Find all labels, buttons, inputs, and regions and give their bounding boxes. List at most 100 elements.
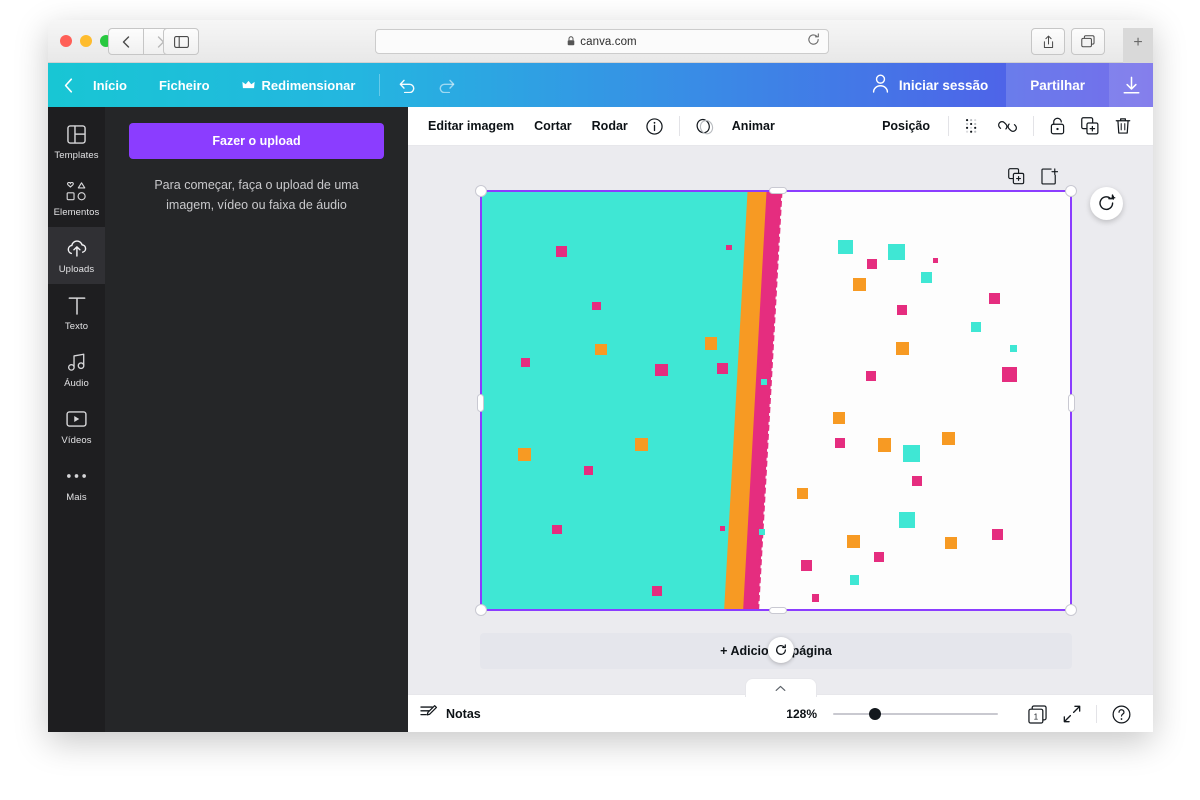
sidebar-item-templates-label: Templates xyxy=(54,150,99,161)
transparency-button[interactable] xyxy=(957,118,990,135)
menu-item-file[interactable]: Ficheiro xyxy=(143,63,226,107)
sidebar-item-videos[interactable]: Vídeos xyxy=(48,398,105,455)
confetti-square xyxy=(759,528,766,535)
sidebar-item-audio[interactable]: Áudio xyxy=(48,341,105,398)
uploads-hint-text: Para começar, faça o upload de uma image… xyxy=(154,178,359,212)
zoom-slider[interactable] xyxy=(833,707,998,721)
sidebar-item-videos-label: Vídeos xyxy=(61,435,92,446)
confetti-square xyxy=(555,245,567,257)
info-circle-icon xyxy=(646,117,663,135)
close-window-button[interactable] xyxy=(60,35,72,47)
notes-icon xyxy=(420,704,438,724)
cloud-upload-icon xyxy=(66,238,88,258)
teal-stripe xyxy=(480,190,759,611)
sidebar-item-elementos[interactable]: Elementos xyxy=(48,170,105,227)
sidebar-item-elementos-label: Elementos xyxy=(53,207,100,218)
share-button[interactable] xyxy=(1031,28,1065,55)
lock-button[interactable] xyxy=(1042,117,1073,135)
sidebar-item-uploads[interactable]: Uploads xyxy=(48,227,105,284)
sidebar-item-audio-label: Áudio xyxy=(64,378,89,389)
music-note-icon xyxy=(67,352,86,372)
confetti-square xyxy=(520,357,531,368)
crop-button[interactable]: Cortar xyxy=(524,119,582,133)
info-button[interactable] xyxy=(638,117,671,135)
menu-item-home[interactable]: Início xyxy=(77,63,143,107)
toolbar-divider xyxy=(1033,116,1034,136)
confetti-square xyxy=(989,293,1000,304)
screen: canva.com + Início Ficheiro Redimensiona… xyxy=(0,0,1200,800)
duplicate-page-icon[interactable] xyxy=(1008,168,1025,190)
tab-overview-button[interactable] xyxy=(1071,28,1105,55)
upload-button[interactable]: Fazer o upload xyxy=(129,123,384,159)
confetti-square xyxy=(635,438,648,451)
design-page[interactable] xyxy=(480,190,1072,611)
canvas-area[interactable]: + Adicionar página xyxy=(408,146,1153,694)
rotate-handle-button[interactable] xyxy=(1090,187,1123,220)
notes-collapse-tab[interactable] xyxy=(744,678,817,697)
help-button[interactable] xyxy=(1104,705,1139,724)
undo-button[interactable] xyxy=(388,63,427,107)
menu-item-home-label: Início xyxy=(93,77,127,93)
rotate-button[interactable]: Rodar xyxy=(582,119,638,133)
templates-icon xyxy=(67,124,86,144)
download-icon xyxy=(1123,76,1139,93)
zoom-level-label: 128% xyxy=(786,707,817,721)
duplicate-button[interactable] xyxy=(1073,117,1107,135)
browser-window: canva.com + Início Ficheiro Redimensiona… xyxy=(48,20,1153,732)
chevron-left-icon xyxy=(122,35,130,48)
link-button[interactable] xyxy=(990,119,1025,134)
confetti-square xyxy=(921,272,932,283)
back-to-home-button[interactable] xyxy=(48,63,77,107)
tab-overview-icon xyxy=(1081,35,1095,48)
login-label: Iniciar sessão xyxy=(898,77,989,93)
confetti-square xyxy=(877,438,892,452)
sidebar-toggle-button[interactable] xyxy=(163,28,199,55)
new-tab-button[interactable]: + xyxy=(1123,28,1153,68)
reload-icon[interactable] xyxy=(807,33,820,50)
duplicate-icon xyxy=(1081,117,1099,135)
zoom-slider-knob[interactable] xyxy=(869,708,881,720)
download-button[interactable] xyxy=(1109,63,1153,107)
browser-titlebar: canva.com + xyxy=(48,20,1153,68)
chevron-left-icon xyxy=(64,77,73,93)
confetti-square xyxy=(852,278,866,292)
undo-arrow-icon xyxy=(400,79,415,93)
rotate-icon xyxy=(1099,194,1116,211)
text-icon xyxy=(68,295,86,315)
back-button[interactable] xyxy=(108,28,144,55)
animate-icon[interactable] xyxy=(688,118,722,135)
notes-button[interactable]: Notas xyxy=(420,704,481,724)
minimize-window-button[interactable] xyxy=(80,35,92,47)
person-icon xyxy=(872,74,889,96)
delete-button[interactable] xyxy=(1107,117,1139,135)
toolbar-divider xyxy=(948,116,949,136)
page-artwork xyxy=(480,190,1072,611)
menu-item-resize[interactable]: Redimensionar xyxy=(226,63,372,107)
sidebar-item-templates[interactable]: Templates xyxy=(48,113,105,170)
login-button[interactable]: Iniciar sessão xyxy=(854,63,1006,107)
sidebar-toggle-icon xyxy=(173,35,189,48)
toolbar-divider xyxy=(1096,705,1097,723)
add-to-page-icon[interactable] xyxy=(1041,168,1059,190)
redo-button[interactable] xyxy=(427,63,466,107)
confetti-square xyxy=(897,304,908,315)
sidebar-item-mais[interactable]: Mais xyxy=(48,455,105,512)
confetti-square xyxy=(583,465,594,476)
share-upload-icon xyxy=(1043,35,1053,48)
confetti-square xyxy=(1002,366,1017,382)
help-circle-icon xyxy=(1112,705,1131,723)
edit-image-button[interactable]: Editar imagem xyxy=(418,119,524,133)
fullscreen-button[interactable] xyxy=(1055,705,1089,723)
share-button[interactable]: Partilhar xyxy=(1006,63,1109,107)
editor-area: Editar imagem Cortar Rodar Animar Posiçã… xyxy=(408,107,1153,732)
expand-icon xyxy=(1063,705,1081,723)
chevron-up-icon xyxy=(775,685,786,691)
zoom-slider-track xyxy=(833,713,998,715)
animate-button[interactable]: Animar xyxy=(722,119,785,133)
status-bar: Notas 128% 1 xyxy=(408,678,1153,732)
page-count-button[interactable]: 1 xyxy=(1020,704,1055,724)
confetti-square xyxy=(866,258,877,269)
sidebar-item-texto[interactable]: Texto xyxy=(48,284,105,341)
address-bar[interactable]: canva.com xyxy=(375,29,829,54)
position-button[interactable]: Posição xyxy=(872,119,940,133)
